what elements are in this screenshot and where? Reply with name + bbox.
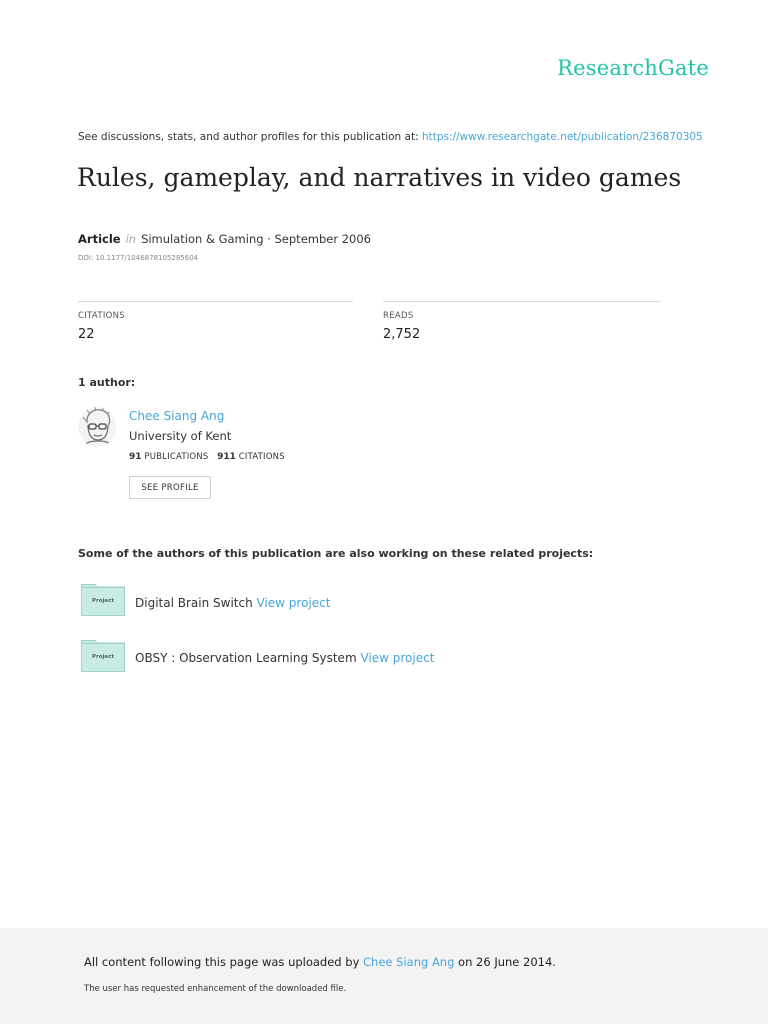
publications-count: 91: [129, 452, 142, 462]
author-avatar[interactable]: [78, 407, 116, 447]
reads-divider: [383, 301, 660, 302]
project-item: Project Digital Brain Switch View projec…: [81, 584, 421, 618]
reads-value: 2,752: [383, 327, 421, 342]
author-stats: 91 PUBLICATIONS 911 CITATIONS: [129, 452, 285, 462]
author-institution: University of Kent: [129, 429, 232, 443]
enhancement-note: The user has requested enhancement of th…: [84, 984, 347, 994]
author-citations-label: CITATIONS: [238, 452, 285, 462]
project-name: OBSY : Observation Learning System: [135, 651, 357, 665]
journal-date: Simulation & Gaming · September 2006: [141, 232, 371, 246]
citations-label: CITATIONS: [78, 311, 125, 321]
publication-type: Article: [78, 232, 121, 246]
uploader-link[interactable]: Chee Siang Ang: [363, 955, 454, 969]
view-project-link[interactable]: View project: [257, 596, 331, 610]
in-word: in: [125, 232, 137, 246]
publication-title: Rules, gameplay, and narratives in video…: [77, 163, 682, 192]
researchgate-logo[interactable]: ResearchGate: [557, 56, 709, 80]
avatar-sketch-icon: [82, 407, 113, 447]
citations-value: 22: [78, 327, 95, 342]
author-name-link[interactable]: Chee Siang Ang: [129, 409, 224, 423]
reads-label: READS: [383, 311, 414, 321]
discussion-line: See discussions, stats, and author profi…: [78, 131, 703, 143]
upload-suffix: on 26 June 2014.: [454, 955, 556, 969]
authors-heading: 1 author:: [78, 376, 136, 389]
upload-notice: All content following this page was uplo…: [84, 955, 556, 969]
publication-url-link[interactable]: https://www.researchgate.net/publication…: [422, 131, 703, 143]
publications-label: PUBLICATIONS: [144, 452, 209, 462]
project-name: Digital Brain Switch: [135, 596, 253, 610]
project-icon-label: Project: [91, 654, 115, 660]
project-line: OBSY : Observation Learning System View …: [135, 651, 434, 665]
doi: DOI: 10.1177/1046878105285604: [78, 254, 199, 262]
footer-panel: [0, 928, 768, 1024]
publication-meta: Article in Simulation & Gaming · September…: [78, 232, 371, 246]
author-citations-count: 911: [217, 452, 236, 462]
see-profile-button[interactable]: SEE PROFILE: [129, 476, 211, 499]
project-icon-label: Project: [91, 598, 115, 604]
view-project-link[interactable]: View project: [360, 651, 434, 665]
project-item: Project OBSY : Observation Learning Syst…: [81, 640, 434, 674]
projects-heading: Some of the authors of this publication …: [78, 547, 594, 560]
citations-divider: [78, 301, 353, 302]
upload-prefix: All content following this page was uplo…: [84, 955, 364, 969]
discussion-prefix: See discussions, stats, and author profi…: [78, 131, 422, 143]
project-line: Digital Brain Switch View project: [135, 596, 330, 610]
